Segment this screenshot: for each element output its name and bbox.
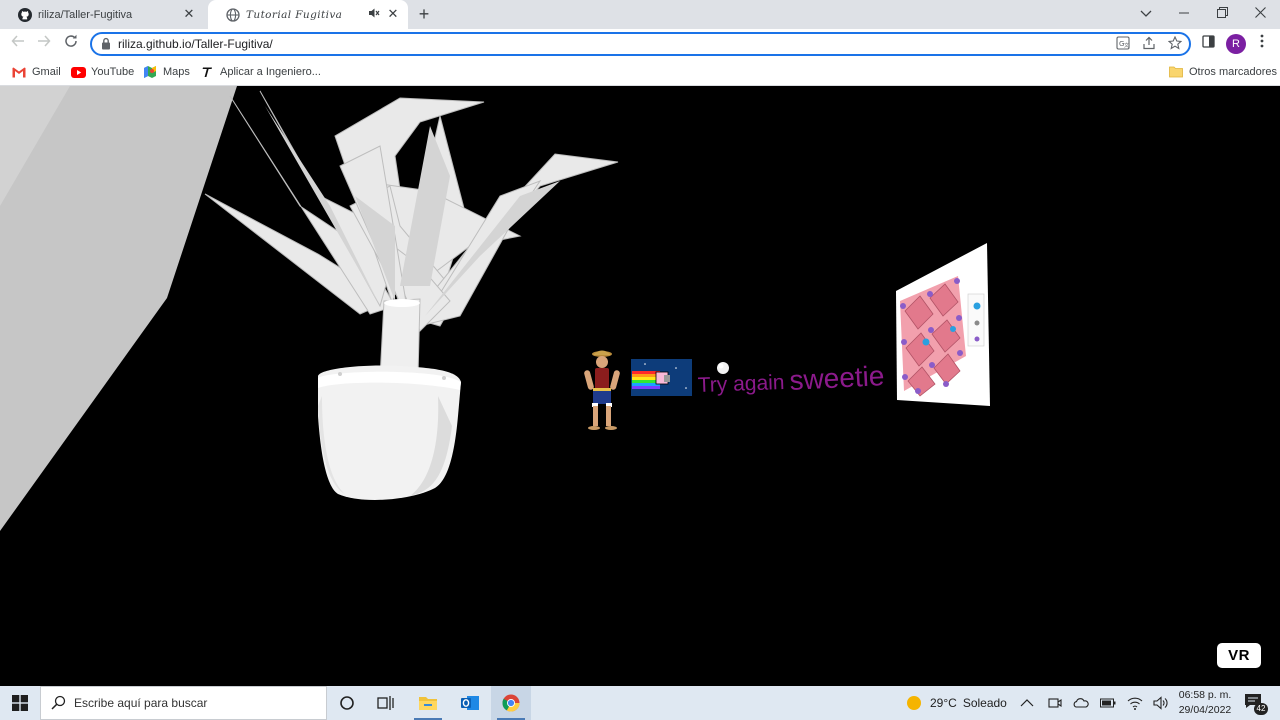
lock-icon[interactable] [101,37,113,51]
other-bookmarks[interactable]: Otros marcadores [1168,64,1277,80]
cortana-icon[interactable] [327,686,367,720]
bookmark-aplicar[interactable]: Aplicar a Ingeniero... [199,64,321,80]
globe-icon [226,7,240,22]
forward-arrow-icon[interactable] [34,34,54,54]
address-bar[interactable]: riliza.github.io/Taller-Fugitiva/ G文 [90,32,1191,56]
taskbar-search[interactable]: Escribe aquí para buscar [40,686,327,720]
other-bookmarks-label: Otros marcadores [1189,66,1278,78]
bookmark-label: Gmail [32,66,61,78]
profile-avatar[interactable]: R [1226,34,1246,54]
side-panel-icon[interactable] [1198,34,1218,54]
system-clock[interactable]: 06:58 p. m. 29/04/2022 [1170,688,1240,718]
try-again-text: Try again [697,371,785,397]
bookmark-label: YouTube [91,66,135,78]
bookmark-label: Aplicar a Ingeniero... [220,66,321,78]
onedrive-icon[interactable] [1073,686,1089,720]
browser-toolbar: riliza.github.io/Taller-Fugitiva/ G文 [0,29,1280,59]
clock-time: 06:58 p. m. [1178,689,1232,701]
share-icon[interactable] [1140,36,1158,54]
weather-temp: 29°C [930,696,957,710]
gmail-icon [11,65,27,79]
notification-badge: 42 [1254,703,1268,715]
windows-taskbar: Escribe aquí para buscar 29°C Soleado 06… [0,686,1280,720]
menu-kebab-icon[interactable] [1252,34,1272,54]
vr-enter-button[interactable]: VR [1217,643,1261,668]
bookmark-gmail[interactable]: Gmail [11,64,61,80]
close-tab-icon[interactable]: ✕ [386,7,400,21]
bookmark-youtube[interactable]: YouTube [70,64,134,80]
wall-plane [0,86,237,531]
tab-github[interactable]: riliza/Taller-Fugitiva ✕ [0,0,204,29]
chrome-icon[interactable] [491,686,531,720]
volume-icon[interactable] [1153,686,1169,720]
url-text[interactable]: riliza.github.io/Taller-Fugitiva/ [118,37,273,51]
sweetie-text: sweetie [789,360,885,396]
battery-icon[interactable] [1100,686,1116,720]
youtube-icon [70,65,86,79]
wifi-icon[interactable] [1127,686,1143,720]
tab-strip: riliza/Taller-Fugitiva ✕ Tutorial Fugiti… [0,0,1280,29]
chevron-down-icon[interactable] [1127,0,1165,29]
task-view-icon[interactable] [366,686,406,720]
character-figure [584,350,620,430]
search-placeholder: Escribe aquí para buscar [74,696,208,710]
tab-tutorial-fugitiva[interactable]: Tutorial Fugitiva ✕ [208,0,408,29]
nyan-cat-image [631,359,692,396]
weather-widget[interactable]: 29°C Soleado [905,686,1007,720]
star-icon[interactable] [1166,35,1184,54]
outlook-icon[interactable] [450,686,490,720]
italic-t-icon [199,65,215,79]
crystal-structure-poster [896,243,990,406]
clock-date: 29/04/2022 [1178,704,1232,716]
minimize-icon[interactable] [1165,0,1203,29]
sun-icon [907,696,921,710]
restore-icon[interactable] [1203,0,1241,29]
weather-text: Soleado [962,696,1007,710]
windows-start-icon[interactable] [0,686,40,720]
reload-icon[interactable] [61,34,81,54]
bookmark-maps[interactable]: Maps [142,64,190,80]
close-icon[interactable] [1241,0,1279,29]
tab-title: riliza/Taller-Fugitiva [38,8,133,21]
close-tab-icon[interactable]: ✕ [182,7,196,21]
potted-plant [204,90,619,500]
tab-title: Tutorial Fugitiva [246,8,343,21]
notification-center-icon[interactable]: 42 [1244,693,1268,715]
plus-icon[interactable]: + [414,4,434,24]
bookmarks-bar: Gmail YouTube Maps Aplicar a Ingeniero..… [0,59,1280,86]
folder-icon [1168,65,1184,79]
search-icon [51,695,67,711]
translate-icon[interactable]: G文 [1114,36,1132,54]
file-explorer-icon[interactable] [408,686,448,720]
meet-now-icon[interactable] [1048,686,1062,720]
speaker-mute-icon[interactable] [368,7,380,22]
webxr-scene[interactable]: Try again sweetie [0,86,1280,686]
maps-icon [142,65,158,79]
chevron-up-icon[interactable] [1020,686,1034,720]
svg-text:文: 文 [1124,42,1129,49]
github-icon [18,7,32,22]
bookmark-label: Maps [163,66,190,78]
back-arrow-icon[interactable] [8,34,28,54]
